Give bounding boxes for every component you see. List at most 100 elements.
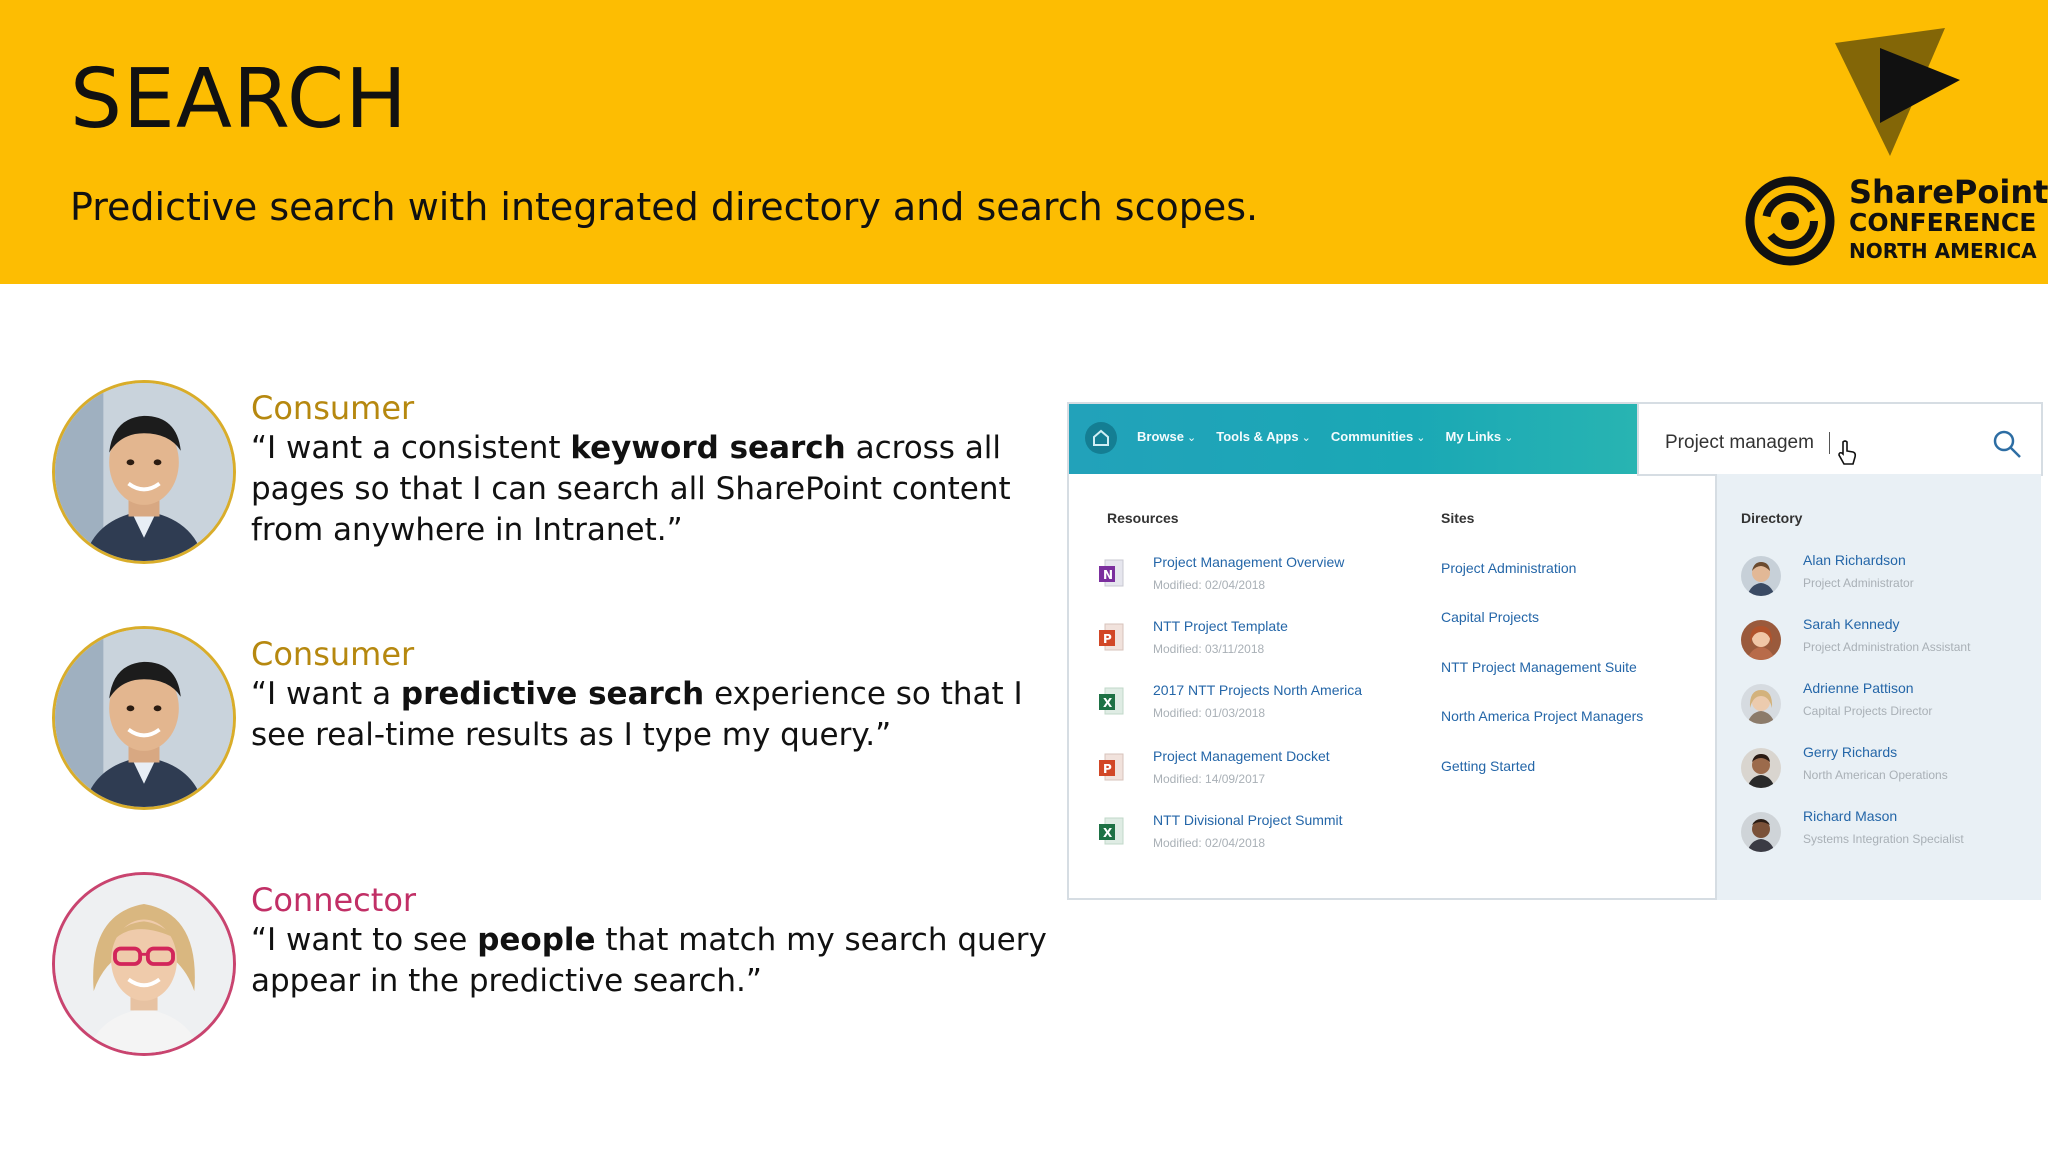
resource-title: Project Management Overview bbox=[1153, 554, 1345, 570]
persona-text: Consumer “I want a consistent keyword se… bbox=[251, 388, 1071, 551]
logo-line-1: SharePoint bbox=[1849, 173, 2048, 211]
onenote-file-icon: N bbox=[1099, 559, 1124, 587]
play-logo-icon bbox=[1835, 28, 1960, 156]
persona-quote: “I want to see people that match my sear… bbox=[251, 922, 1047, 999]
person-role: North American Operations bbox=[1803, 768, 1948, 782]
resource-meta: Modified: 03/11/2018 bbox=[1153, 642, 1265, 656]
search-query-text: Project managem bbox=[1665, 432, 1814, 453]
resource-item[interactable]: P Project Management Docket Modified: 14… bbox=[1099, 748, 1419, 798]
resource-item[interactable]: N Project Management Overview Modified: … bbox=[1099, 554, 1419, 604]
persona-card: Consumer “I want a consistent keyword se… bbox=[52, 380, 1052, 570]
avatar bbox=[52, 380, 236, 564]
person-photo-icon bbox=[1741, 748, 1781, 788]
person-photo-icon bbox=[1741, 620, 1781, 660]
directory-person[interactable]: Adrienne Pattison Capital Projects Direc… bbox=[1741, 680, 2041, 736]
person-photo-icon bbox=[55, 629, 233, 807]
logo-line-3: NORTH AMERICA bbox=[1849, 239, 2037, 263]
swirl-logo-icon bbox=[1745, 176, 1835, 266]
person-role: Project Administration Assistant bbox=[1803, 640, 1971, 654]
powerpoint-file-icon: P bbox=[1099, 623, 1124, 651]
svg-text:X: X bbox=[1103, 826, 1113, 840]
avatar bbox=[1741, 556, 1781, 596]
slide-title: SEARCH bbox=[70, 52, 408, 147]
site-link[interactable]: Getting Started bbox=[1441, 758, 1535, 774]
nav-item-browse[interactable]: Browse bbox=[1137, 429, 1196, 444]
site-link[interactable]: Capital Projects bbox=[1441, 609, 1539, 625]
person-role: Systems Integration Specialist bbox=[1803, 832, 1964, 846]
search-icon[interactable] bbox=[1991, 428, 2023, 460]
resource-item[interactable]: P NTT Project Template Modified: 03/11/2… bbox=[1099, 618, 1419, 668]
persona-role: Connector bbox=[251, 881, 417, 919]
persona-quote: “I want a consistent keyword search acro… bbox=[251, 430, 1011, 548]
logo-wordmark: SharePoint CONFERENCE NORTH AMERICA bbox=[1849, 176, 2048, 261]
excel-file-icon: X bbox=[1099, 817, 1124, 845]
resource-meta: Modified: 02/04/2018 bbox=[1153, 578, 1266, 592]
avatar bbox=[52, 626, 236, 810]
header-band: SEARCH Predictive search with integrated… bbox=[0, 0, 2048, 284]
resource-item[interactable]: X 2017 NTT Projects North America Modifi… bbox=[1099, 682, 1419, 732]
person-name: Gerry Richards bbox=[1803, 744, 1898, 760]
excel-file-icon: X bbox=[1099, 687, 1124, 715]
resource-title: 2017 NTT Projects North America bbox=[1153, 682, 1363, 698]
site-link[interactable]: Project Administration bbox=[1441, 560, 1576, 576]
quote-emphasis: keyword search bbox=[570, 430, 846, 466]
site-link[interactable]: North America Project Managers bbox=[1441, 708, 1643, 724]
search-mockup: Browse Tools & Apps Communities My Links… bbox=[1067, 402, 2043, 900]
resource-title: NTT Divisional Project Summit bbox=[1153, 812, 1343, 828]
top-navigation-bar: Browse Tools & Apps Communities My Links bbox=[1069, 404, 1637, 474]
powerpoint-file-icon: P bbox=[1099, 753, 1124, 781]
directory-heading: Directory bbox=[1741, 510, 1803, 526]
conference-logo: SharePoint CONFERENCE NORTH AMERICA bbox=[1745, 28, 2048, 268]
person-name: Richard Mason bbox=[1803, 808, 1898, 824]
hand-cursor-icon bbox=[1838, 440, 1857, 465]
directory-person[interactable]: Sarah Kennedy Project Administration Ass… bbox=[1741, 616, 2041, 672]
avatar bbox=[1741, 812, 1781, 852]
persona-text: Connector “I want to see people that mat… bbox=[251, 880, 1071, 1002]
resource-item[interactable]: X NTT Divisional Project Summit Modified… bbox=[1099, 812, 1419, 862]
persona-role: Consumer bbox=[251, 389, 415, 427]
nav-item-communities[interactable]: Communities bbox=[1331, 429, 1426, 444]
directory-person[interactable]: Richard Mason Systems Integration Specia… bbox=[1741, 808, 2041, 864]
directory-person[interactable]: Gerry Richards North American Operations bbox=[1741, 744, 2041, 800]
persona-card: Connector “I want to see people that mat… bbox=[52, 872, 1052, 1062]
slide-subtitle: Predictive search with integrated direct… bbox=[70, 185, 1259, 229]
search-input[interactable]: Project managem bbox=[1637, 402, 2043, 476]
svg-text:P: P bbox=[1103, 632, 1112, 646]
persona-role: Consumer bbox=[251, 635, 415, 673]
persona-text: Consumer “I want a predictive search exp… bbox=[251, 634, 1071, 756]
resource-meta: Modified: 01/03/2018 bbox=[1153, 706, 1266, 720]
avatar bbox=[1741, 684, 1781, 724]
quote-emphasis: predictive search bbox=[400, 676, 705, 712]
resource-meta: Modified: 14/09/2017 bbox=[1153, 772, 1266, 786]
home-button[interactable] bbox=[1085, 422, 1117, 454]
logo-line-2: CONFERENCE bbox=[1849, 208, 2037, 237]
quote-emphasis: people bbox=[477, 922, 596, 958]
avatar bbox=[1741, 620, 1781, 660]
person-photo-icon bbox=[55, 875, 233, 1053]
persona-card: Consumer “I want a predictive search exp… bbox=[52, 626, 1052, 816]
avatar bbox=[52, 872, 236, 1056]
site-link[interactable]: NTT Project Management Suite bbox=[1441, 659, 1637, 675]
person-photo-icon bbox=[1741, 556, 1781, 596]
avatar bbox=[1741, 748, 1781, 788]
person-photo-icon bbox=[1741, 812, 1781, 852]
resource-meta: Modified: 02/04/2018 bbox=[1153, 836, 1266, 850]
nav-item-my-links[interactable]: My Links bbox=[1446, 429, 1514, 444]
svg-text:X: X bbox=[1103, 696, 1113, 710]
directory-panel: Directory Alan Richardson Project Admini… bbox=[1715, 474, 2041, 900]
person-name: Alan Richardson bbox=[1803, 552, 1906, 568]
nav-item-tools-apps[interactable]: Tools & Apps bbox=[1216, 429, 1311, 444]
person-role: Capital Projects Director bbox=[1803, 704, 1933, 718]
home-icon bbox=[1093, 429, 1109, 446]
person-name: Sarah Kennedy bbox=[1803, 616, 1900, 632]
svg-text:P: P bbox=[1103, 762, 1112, 776]
person-photo-icon bbox=[55, 383, 233, 561]
directory-person[interactable]: Alan Richardson Project Administrator bbox=[1741, 552, 2041, 608]
sites-heading: Sites bbox=[1441, 510, 1475, 526]
svg-text:N: N bbox=[1103, 568, 1113, 582]
text-caret bbox=[1829, 432, 1830, 454]
resources-heading: Resources bbox=[1107, 510, 1179, 526]
person-photo-icon bbox=[1741, 684, 1781, 724]
nav-menu: Browse Tools & Apps Communities My Links bbox=[1137, 429, 1513, 444]
resource-title: NTT Project Template bbox=[1153, 618, 1288, 634]
